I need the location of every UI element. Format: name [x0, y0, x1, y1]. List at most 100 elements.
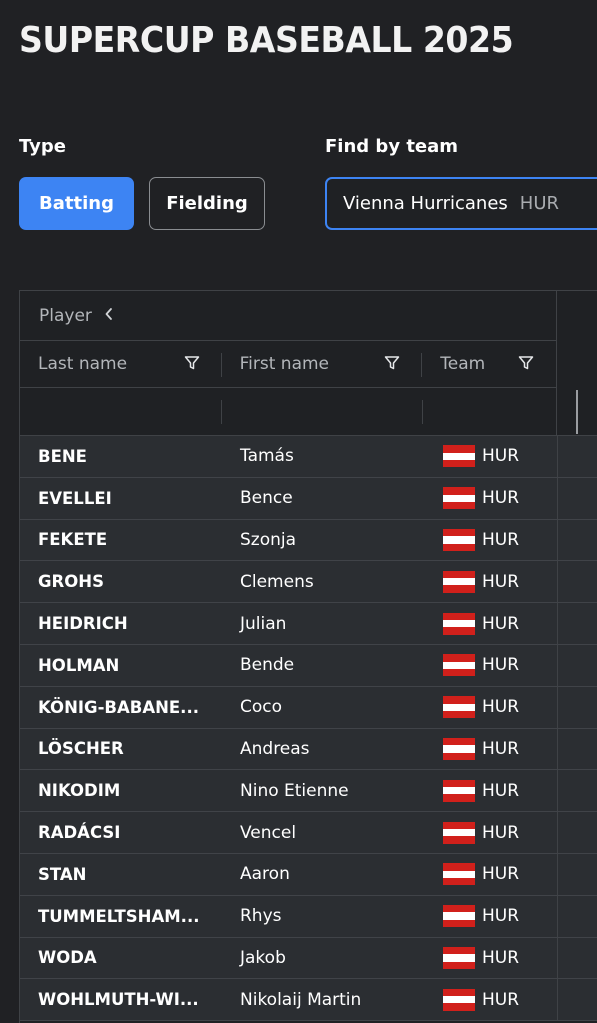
last-name-cell: STAN — [38, 864, 87, 884]
austria-flag-icon — [443, 779, 475, 802]
filter-icon[interactable] — [384, 355, 400, 376]
table-row[interactable]: WODA Jakob HUR — [20, 937, 597, 980]
team-cell: HUR — [423, 687, 557, 728]
last-name-cell: GROHS — [38, 572, 104, 592]
team-code-label: HUR — [482, 906, 520, 927]
last-name-filter-input[interactable] — [20, 388, 222, 435]
batting-button[interactable]: Batting — [19, 177, 134, 230]
team-name-value: Vienna Hurricanes — [343, 193, 508, 214]
team-code-label: HUR — [482, 738, 520, 759]
first-name-cell: Coco — [240, 697, 283, 718]
row-extra-cell — [557, 812, 597, 853]
first-name-filter-input[interactable] — [222, 388, 423, 435]
first-name-cell: Andreas — [240, 738, 310, 759]
column-header-team[interactable]: Team — [422, 341, 556, 387]
last-name-cell: EVELLEI — [38, 488, 112, 508]
team-cell: HUR — [423, 478, 557, 519]
austria-flag-icon — [443, 821, 475, 844]
column-filter-row — [20, 388, 597, 436]
austria-flag-icon — [443, 905, 475, 928]
text-cursor — [576, 390, 578, 434]
table-row[interactable]: GROHS Clemens HUR — [20, 561, 597, 604]
table-row[interactable]: LÖSCHER Andreas HUR — [20, 728, 597, 771]
last-name-cell: WODA — [38, 948, 97, 968]
team-cell: HUR — [423, 979, 557, 1020]
table-row[interactable]: HEIDRICH Julian HUR — [20, 603, 597, 645]
austria-flag-icon — [443, 988, 475, 1011]
team-cell: HUR — [423, 729, 557, 770]
last-name-cell: HEIDRICH — [38, 614, 128, 634]
player-grid: Player Last name First name Team BENE Ta… — [19, 290, 597, 1023]
team-cell: HUR — [423, 645, 557, 686]
fielding-button[interactable]: Fielding — [149, 177, 265, 230]
first-name-cell: Aaron — [240, 864, 290, 885]
last-name-cell: RADÁCSI — [38, 823, 121, 843]
row-extra-cell — [557, 937, 597, 979]
team-cell: HUR — [423, 938, 557, 979]
team-cell: HUR — [423, 770, 557, 811]
filter-icon[interactable] — [184, 355, 200, 376]
team-code-label: HUR — [482, 989, 520, 1010]
table-row[interactable]: NIKODIM Nino Etienne HUR — [20, 770, 597, 813]
row-extra-cell — [557, 436, 597, 477]
row-extra-cell — [557, 979, 597, 1021]
team-cell: HUR — [423, 603, 557, 644]
last-name-cell: KÖNIG-BABANE... — [38, 697, 199, 717]
team-code-label: HUR — [482, 571, 520, 592]
filter-icon[interactable] — [518, 355, 534, 376]
first-name-cell: Bence — [240, 488, 293, 509]
austria-flag-icon — [443, 863, 475, 886]
first-name-cell: Tamás — [240, 446, 294, 467]
table-row[interactable]: KÖNIG-BABANE... Coco HUR — [20, 686, 597, 729]
team-cell: HUR — [423, 896, 557, 937]
table-row[interactable]: STAN Aaron HUR — [20, 853, 597, 896]
austria-flag-icon — [443, 487, 475, 510]
row-extra-cell — [557, 728, 597, 770]
chevron-left-icon[interactable] — [104, 306, 114, 325]
last-name-cell: NIKODIM — [38, 781, 121, 801]
first-name-cell: Nikolaij Martin — [240, 989, 362, 1010]
team-code-label: HUR — [482, 446, 520, 467]
team-code-label: HUR — [482, 864, 520, 885]
table-row[interactable]: TUMMELTSHAM... Rhys HUR — [20, 895, 597, 938]
first-name-cell: Jakob — [240, 947, 286, 968]
first-name-cell: Clemens — [240, 571, 314, 592]
row-extra-cell — [557, 644, 597, 686]
table-row[interactable]: WOHLMUTH-WI... Nikolaij Martin HUR — [20, 979, 597, 1022]
table-row[interactable]: RADÁCSI Vencel HUR — [20, 812, 597, 854]
column-header-label: First name — [239, 354, 330, 374]
find-by-team-label: Find by team — [325, 136, 459, 157]
row-extra-cell — [557, 895, 597, 937]
row-extra-cell — [557, 519, 597, 561]
austria-flag-icon — [443, 528, 475, 551]
first-name-cell: Rhys — [240, 906, 282, 927]
team-cell: HUR — [423, 436, 557, 477]
table-row[interactable]: HOLMAN Bende HUR — [20, 644, 597, 687]
row-extra-cell — [557, 477, 597, 519]
column-header-first-name[interactable]: First name — [222, 341, 423, 387]
column-header-last-name[interactable]: Last name — [20, 341, 222, 387]
last-name-cell: LÖSCHER — [38, 739, 124, 759]
first-name-cell: Bende — [240, 655, 295, 676]
last-name-cell: BENE — [38, 446, 87, 466]
team-code-label: HUR — [482, 697, 520, 718]
table-row[interactable]: BENE Tamás HUR — [20, 436, 597, 478]
team-code-label: HUR — [482, 947, 520, 968]
row-extra-cell — [557, 686, 597, 728]
team-filter-input[interactable] — [423, 388, 557, 435]
last-name-cell: TUMMELTSHAM... — [38, 906, 200, 926]
team-code-label: HUR — [482, 655, 520, 676]
first-name-cell: Szonja — [240, 529, 297, 550]
player-group-label: Player — [39, 305, 92, 326]
row-extra-cell — [557, 770, 597, 812]
team-search-input[interactable]: Vienna Hurricanes HUR — [325, 177, 597, 230]
row-extra-cell — [557, 603, 597, 644]
row-extra-cell — [557, 853, 597, 895]
team-cell: HUR — [423, 812, 557, 853]
austria-flag-icon — [443, 696, 475, 719]
austria-flag-icon — [443, 445, 475, 468]
team-code-label: HUR — [482, 488, 520, 509]
table-row[interactable]: FEKETE Szonja HUR — [20, 519, 597, 562]
player-group-header[interactable]: Player — [20, 291, 557, 341]
table-row[interactable]: EVELLEI Bence HUR — [20, 477, 597, 520]
